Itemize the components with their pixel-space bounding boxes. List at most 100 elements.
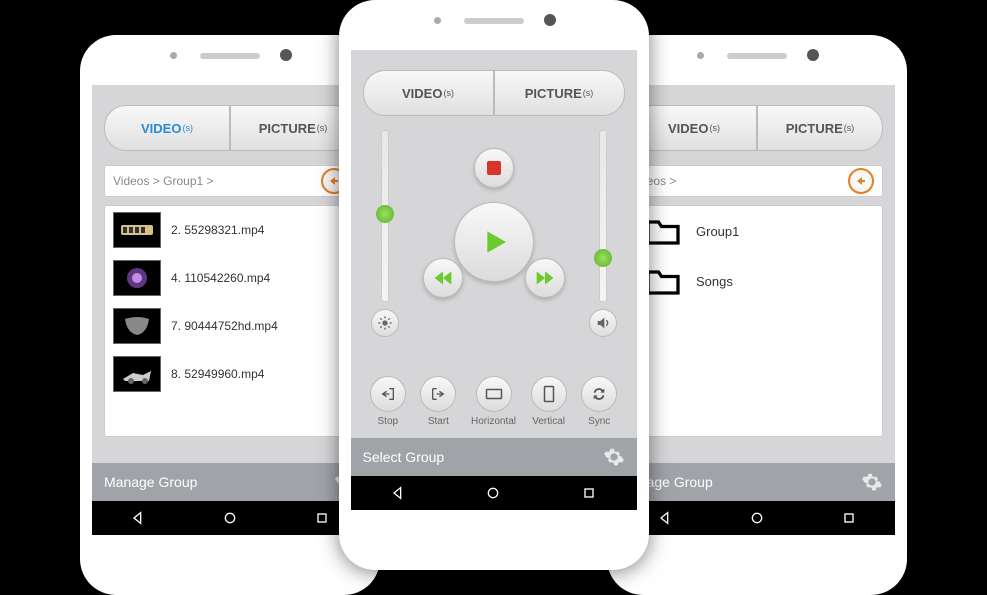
file-name: 8. 52949960.mp4 [171, 367, 264, 381]
back-button[interactable] [848, 168, 874, 194]
sensor [697, 52, 704, 59]
speaker [464, 18, 524, 24]
home-nav-icon[interactable] [749, 510, 765, 526]
sensor [170, 52, 177, 59]
action-start-button[interactable] [420, 376, 456, 412]
action-stop-button[interactable] [370, 376, 406, 412]
brightness-icon [371, 309, 399, 337]
action-horizontal-button[interactable] [476, 376, 512, 412]
tab-suffix: (s) [443, 88, 454, 98]
list-item[interactable]: Group1 [632, 206, 882, 256]
footer-bar: anage Group [619, 463, 895, 501]
list-item[interactable]: 4. 110542260.mp4 [105, 254, 355, 302]
android-navbar [619, 501, 895, 535]
thumbnail [113, 356, 161, 392]
tab-picture-label: PICTURE [525, 86, 582, 101]
back-nav-icon[interactable] [130, 510, 146, 526]
list-item[interactable]: Songs [632, 256, 882, 306]
tab-picture-label: PICTURE [259, 121, 316, 136]
list-item[interactable]: 2. 55298321.mp4 [105, 206, 355, 254]
tab-video[interactable]: VIDEO(s) [363, 70, 494, 116]
recent-nav-icon[interactable] [581, 485, 597, 501]
recent-nav-icon[interactable] [841, 510, 857, 526]
camera [807, 49, 819, 61]
logout-icon [380, 386, 396, 402]
footer-bar: Select Group [351, 438, 637, 476]
file-name: 2. 55298321.mp4 [171, 223, 264, 237]
list-item[interactable]: 7. 90444752hd.mp4 [105, 302, 355, 350]
volume-icon [589, 309, 617, 337]
tab-video[interactable]: VIDEO(s) [104, 105, 230, 151]
breadcrumb-text: Videos > Group1 > [113, 174, 214, 188]
phone-left: VIDEO(s) PICTURE(s) Videos > Group1 > 2.… [80, 35, 380, 595]
home-nav-icon[interactable] [485, 485, 501, 501]
recent-nav-icon[interactable] [314, 510, 330, 526]
file-list: 2. 55298321.mp4 4. 110542260.mp4 7. 9044… [104, 205, 356, 437]
tab-picture[interactable]: PICTURE(s) [757, 105, 883, 151]
back-nav-icon[interactable] [390, 485, 406, 501]
action-label: Vertical [532, 416, 565, 427]
folder-name: Group1 [696, 224, 739, 239]
stop-icon [487, 161, 501, 175]
action-label: Sync [588, 416, 610, 427]
rewind-button[interactable] [423, 258, 463, 298]
action-horizontal: Horizontal [471, 376, 516, 427]
thumbnail [113, 212, 161, 248]
slider-knob[interactable] [376, 205, 394, 223]
breadcrumb: Videos > Group1 > [104, 165, 356, 197]
footer-label: Select Group [363, 449, 445, 465]
stop-button[interactable] [474, 148, 514, 188]
sensor [434, 17, 441, 24]
play-button[interactable] [454, 202, 534, 282]
action-stop: Stop [370, 376, 406, 427]
tab-video[interactable]: VIDEO(s) [631, 105, 757, 151]
horizontal-icon [485, 388, 503, 400]
camera [544, 14, 556, 26]
tab-video-label: VIDEO [668, 121, 708, 136]
gear-icon[interactable] [861, 471, 883, 493]
login-icon [430, 386, 446, 402]
tabs: VIDEO(s) PICTURE(s) [104, 105, 356, 151]
phone-right: VIDEO(s) PICTURE(s) deos > Group1 Songs … [607, 35, 907, 595]
folder-icon [644, 266, 682, 296]
speaker [200, 53, 260, 59]
action-sync: Sync [581, 376, 617, 427]
tab-video-label: VIDEO [141, 121, 181, 136]
play-icon [478, 226, 510, 258]
vertical-icon [543, 385, 555, 403]
tab-suffix: (s) [182, 123, 193, 133]
tab-picture[interactable]: PICTURE(s) [230, 105, 356, 151]
footer-bar: Manage Group [92, 463, 368, 501]
brightness-slider[interactable] [381, 130, 389, 302]
thumbnail [113, 260, 161, 296]
action-row: Stop Start Horizontal Vertical Sync [363, 370, 625, 427]
action-vertical-button[interactable] [531, 376, 567, 412]
back-nav-icon[interactable] [657, 510, 673, 526]
action-start: Start [420, 376, 456, 427]
tabs: VIDEO(s) PICTURE(s) [631, 105, 883, 151]
home-nav-icon[interactable] [222, 510, 238, 526]
tab-picture[interactable]: PICTURE(s) [494, 70, 625, 116]
screen-left: VIDEO(s) PICTURE(s) Videos > Group1 > 2.… [92, 85, 368, 535]
thumbnail [113, 308, 161, 344]
tab-suffix: (s) [317, 123, 328, 133]
folder-name: Songs [696, 274, 733, 289]
speaker [727, 53, 787, 59]
folder-list: Group1 Songs [631, 205, 883, 437]
footer-label: Manage Group [104, 474, 197, 490]
tab-suffix: (s) [844, 123, 855, 133]
gear-icon[interactable] [603, 446, 625, 468]
action-label: Start [428, 416, 449, 427]
action-sync-button[interactable] [581, 376, 617, 412]
sync-icon [591, 386, 607, 402]
file-name: 4. 110542260.mp4 [171, 271, 270, 285]
playback-controls [363, 130, 625, 370]
folder-icon [644, 216, 682, 246]
forward-button[interactable] [525, 258, 565, 298]
volume-slider[interactable] [599, 130, 607, 302]
tab-suffix: (s) [583, 88, 594, 98]
slider-knob[interactable] [594, 249, 612, 267]
list-item[interactable]: 8. 52949960.mp4 [105, 350, 355, 398]
action-label: Horizontal [471, 416, 516, 427]
tab-video-label: VIDEO [402, 86, 442, 101]
